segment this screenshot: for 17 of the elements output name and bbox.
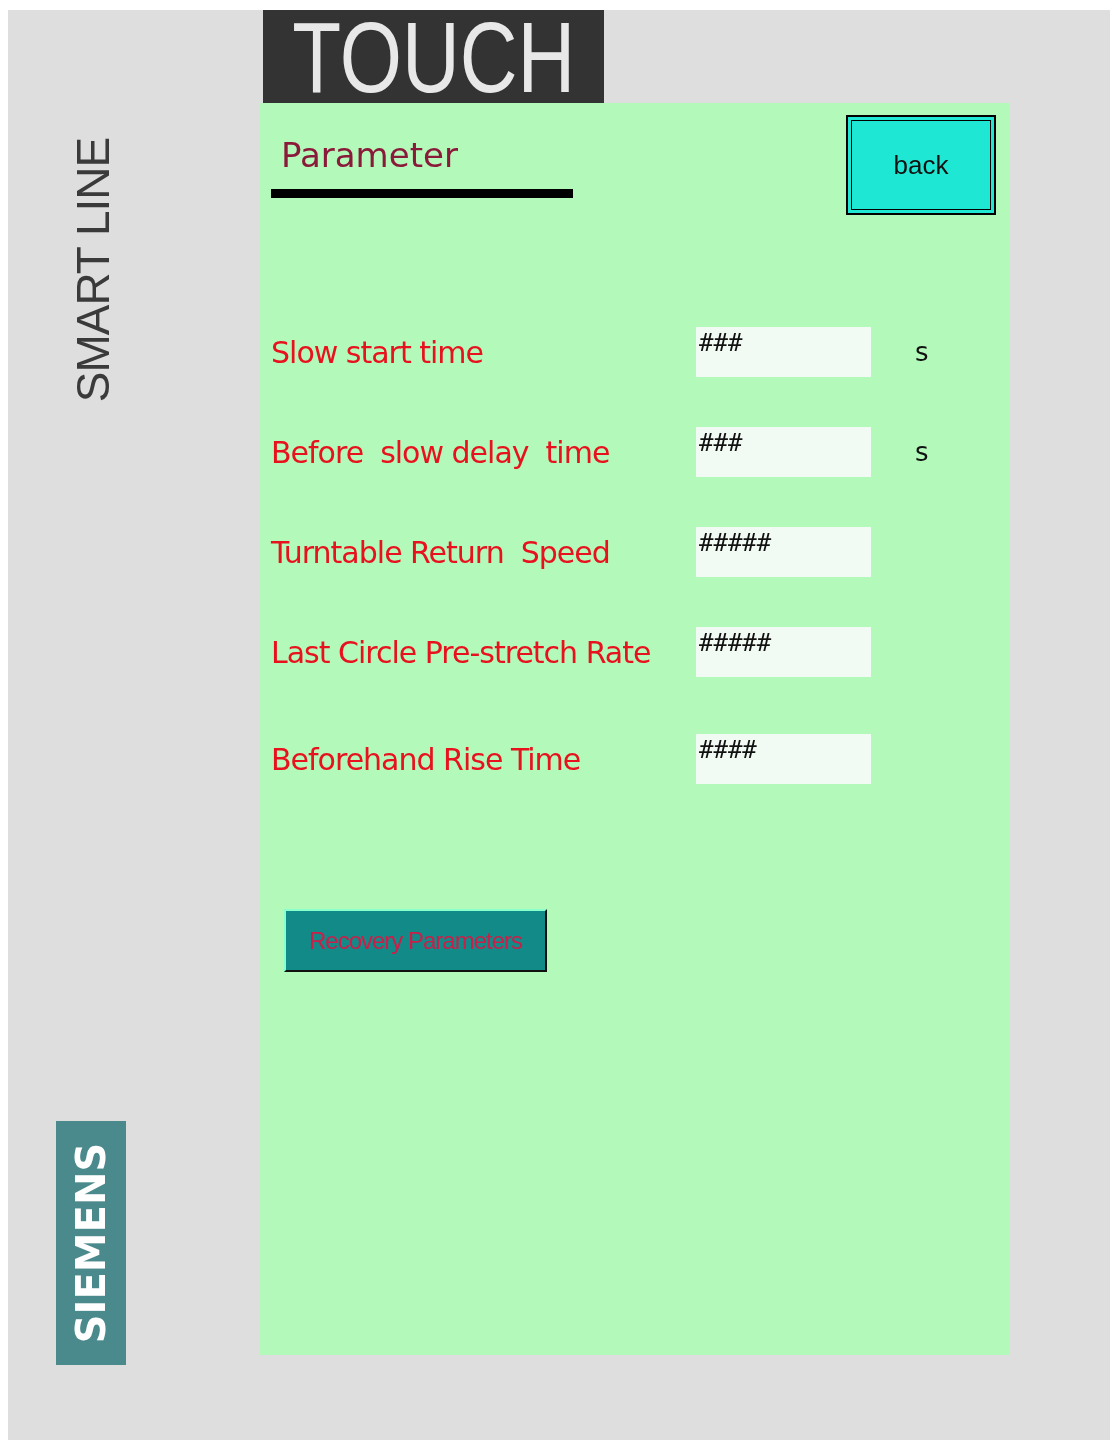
brand-logo: SIEMENS — [68, 1142, 114, 1344]
input-field[interactable]: ### — [696, 427, 871, 477]
parameter-label: Before slow delay time — [271, 434, 611, 470]
unit-label: s — [915, 437, 930, 467]
back-button[interactable]: back — [846, 115, 996, 215]
parameter-label: Turntable Return Speed — [271, 534, 611, 570]
parameter-label: Last Circle Pre-stretch Rate — [271, 634, 652, 670]
parameter-label: Slow start time — [271, 334, 484, 370]
parameter-label: Beforehand Rise Time — [271, 741, 582, 777]
input-field[interactable]: ##### — [696, 627, 871, 677]
input-field[interactable]: ### — [696, 327, 871, 377]
input-field[interactable]: #### — [696, 734, 871, 784]
unit-label: s — [915, 337, 930, 367]
series-label: SMART LINE — [66, 137, 120, 403]
screen-title: Parameter — [281, 135, 459, 175]
input-field[interactable]: ##### — [696, 527, 871, 577]
header-logo: TOUCH — [263, 10, 604, 103]
